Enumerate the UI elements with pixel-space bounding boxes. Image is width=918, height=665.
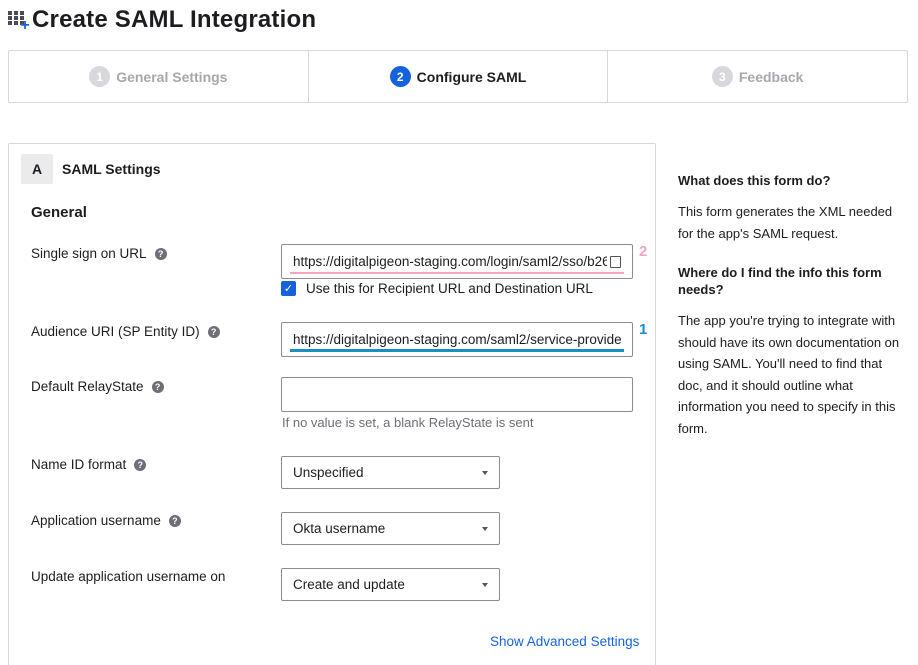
chevron-down-icon — [482, 470, 488, 475]
help-answer: This form generates the XML needed for t… — [678, 204, 893, 241]
recipient-checkbox-row[interactable]: ✓ Use this for Recipient URL and Destina… — [281, 281, 593, 296]
annotation-marker: 1 — [639, 321, 648, 338]
highlight-underline — [290, 349, 624, 352]
audience-uri-value: https://digitalpigeon-staging.com/saml2/… — [293, 332, 621, 347]
step-feedback[interactable]: 3 Feedback — [607, 51, 907, 102]
step-label: Configure SAML — [416, 68, 527, 85]
step-general-settings[interactable]: 1 General Settings — [9, 51, 308, 102]
group-title: General — [31, 204, 87, 221]
app-username-label: Application username ? — [31, 513, 181, 528]
help-icon[interactable]: ? — [154, 247, 167, 260]
step-number: 2 — [389, 66, 411, 87]
update-username-value: Create and update — [293, 577, 405, 592]
annotation-marker: 2 — [639, 243, 648, 260]
update-username-label-text: Update application username on — [31, 569, 226, 584]
step-configure-saml[interactable]: 2 Configure SAML — [307, 51, 608, 102]
help-answer: The app you're trying to integrate with … — [678, 313, 900, 436]
step-label: General Settings — [116, 68, 228, 85]
help-icon[interactable]: ? — [134, 458, 147, 471]
sso-url-value: https://digitalpigeon-staging.com/login/… — [293, 254, 607, 269]
saml-settings-card: A SAML Settings General Single sign on U… — [8, 143, 656, 665]
relay-state-input[interactable] — [281, 377, 633, 412]
app-username-select[interactable]: Okta username — [281, 512, 500, 545]
sso-url-label: Single sign on URL ? — [31, 246, 167, 261]
chevron-down-icon — [482, 526, 488, 531]
step-number: 3 — [711, 66, 733, 87]
help-icon[interactable]: ? — [168, 514, 181, 527]
relay-state-hint: If no value is set, a blank RelayState i… — [282, 415, 534, 430]
page-title: Create SAML Integration — [32, 6, 317, 33]
clipboard-icon[interactable] — [610, 255, 621, 268]
app-integration-icon: + — [8, 9, 30, 34]
name-id-format-label: Name ID format ? — [31, 457, 147, 472]
page-header: + Create SAML Integration — [8, 4, 316, 36]
step-label: Feedback — [738, 68, 804, 85]
relay-state-label-text: Default RelayState — [31, 379, 144, 394]
update-username-select[interactable]: Create and update — [281, 568, 500, 601]
highlight-underline — [290, 272, 624, 274]
name-id-format-select[interactable]: Unspecified — [281, 456, 500, 489]
update-username-label: Update application username on — [31, 569, 225, 584]
sso-url-input[interactable]: https://digitalpigeon-staging.com/login/… — [281, 244, 633, 279]
app-username-label-text: Application username — [31, 513, 161, 528]
help-question: What does this form do? — [678, 173, 831, 188]
help-icon[interactable]: ? — [207, 325, 220, 338]
show-advanced-settings-link[interactable]: Show Advanced Settings — [490, 634, 639, 649]
section-badge: A — [21, 154, 53, 184]
section-title: SAML Settings — [62, 161, 161, 177]
help-question: Where do I find the info this form needs… — [678, 265, 882, 297]
name-id-format-value: Unspecified — [293, 465, 364, 480]
wizard-stepper: 1 General Settings 2 Configure SAML 3 Fe… — [8, 50, 908, 103]
relay-state-label: Default RelayState ? — [31, 379, 164, 394]
help-icon[interactable]: ? — [151, 380, 164, 393]
chevron-down-icon — [482, 582, 488, 587]
recipient-checkbox-label: Use this for Recipient URL and Destinati… — [306, 281, 593, 296]
audience-uri-input[interactable]: https://digitalpigeon-staging.com/saml2/… — [281, 322, 633, 357]
sso-url-label-text: Single sign on URL — [31, 246, 147, 261]
audience-uri-label: Audience URI (SP Entity ID) ? — [31, 324, 220, 339]
audience-uri-label-text: Audience URI (SP Entity ID) — [31, 324, 200, 339]
help-sidebar: What does this form do? This form genera… — [678, 172, 910, 459]
app-username-value: Okta username — [293, 521, 386, 536]
step-number: 1 — [89, 66, 111, 87]
recipient-checkbox[interactable]: ✓ — [281, 281, 296, 296]
name-id-format-label-text: Name ID format — [31, 457, 127, 472]
